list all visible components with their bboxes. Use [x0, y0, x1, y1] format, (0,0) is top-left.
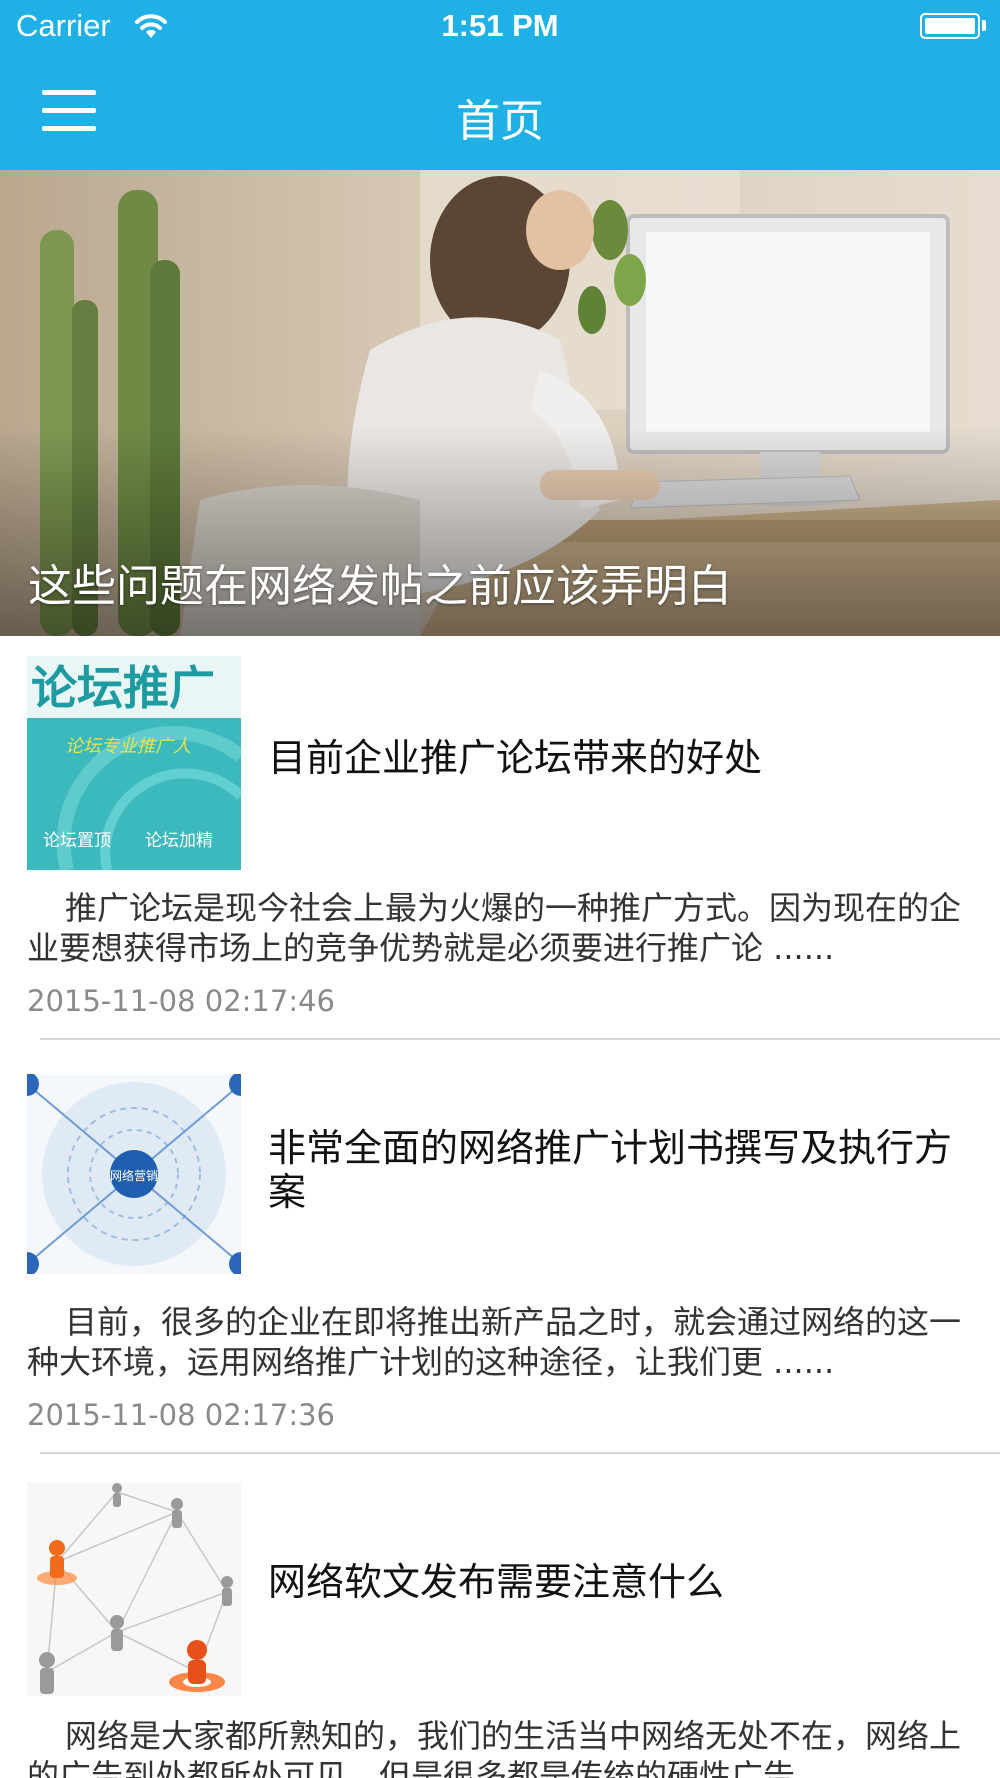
battery-cap — [982, 20, 986, 31]
social-network-image — [27, 1482, 241, 1696]
article-summary: 网络是大家都所熟知的，我们的生活当中网络无处不在，网络上的广告到处都所处可见，但… — [27, 1717, 962, 1778]
article-summary: 目前，很多的企业在即将推出新产品之时，就会通过网络的这一种大环境，运用网络推广计… — [27, 1303, 962, 1381]
navigation-header: Carrier 1:51 PM 首页 — [0, 0, 1000, 170]
article-title[interactable]: 目前企业推广论坛带来的好处 — [268, 736, 988, 780]
article-title[interactable]: 非常全面的网络推广计划书撰写及执行方案 — [268, 1126, 988, 1214]
thumb-center-text: 网络营销 — [110, 1168, 158, 1183]
article-thumbnail: 网络营销 — [27, 1074, 241, 1274]
article-summary: 推广论坛是现今社会上最为火爆的一种推广方式。因为现在的企业要想获得市场上的竞争优… — [27, 889, 962, 967]
article-title[interactable]: 网络软文发布需要注意什么 — [268, 1560, 988, 1604]
article-thumbnail — [27, 1482, 241, 1696]
article-timestamp: 2015-11-08 02:17:46 — [27, 984, 335, 1018]
article-timestamp: 2015-11-08 02:17:36 — [27, 1398, 335, 1432]
status-time: 1:51 PM — [441, 8, 559, 43]
thumb-tag-1: 论坛置顶 — [43, 831, 111, 851]
article-thumbnail: 论坛推广 论坛专业推广人 论坛置顶 论坛加精 — [27, 656, 241, 870]
article-item[interactable]: 网络营销 非常全面的网络推广计划书撰写及执行方案 目前，很多的企业在即将推出新产… — [0, 1040, 1000, 1454]
page-title: 首页 — [456, 96, 544, 147]
banner-slide[interactable]: 这些问题在网络发帖之前应该弄明白 — [0, 170, 1000, 636]
banner-caption: 这些问题在网络发帖之前应该弄明白 — [28, 561, 732, 612]
forum-promotion-image: 论坛推广 论坛专业推广人 论坛置顶 论坛加精 — [27, 656, 241, 870]
thumb-headline: 论坛推广 — [31, 661, 215, 715]
article-item[interactable]: 论坛推广 论坛专业推广人 论坛置顶 论坛加精 目前企业推广论坛带来的好处 推广论… — [0, 636, 1000, 1040]
article-item[interactable]: 网络软文发布需要注意什么 网络是大家都所熟知的，我们的生活当中网络无处不在，网络… — [0, 1454, 1000, 1778]
status-bar: Carrier 1:51 PM — [0, 0, 1000, 56]
thumb-slogan: 论坛专业推广人 — [65, 736, 191, 757]
thumb-tag-2: 论坛加精 — [145, 831, 213, 851]
network-marketing-image: 网络营销 — [27, 1074, 241, 1274]
battery-icon — [920, 13, 980, 39]
